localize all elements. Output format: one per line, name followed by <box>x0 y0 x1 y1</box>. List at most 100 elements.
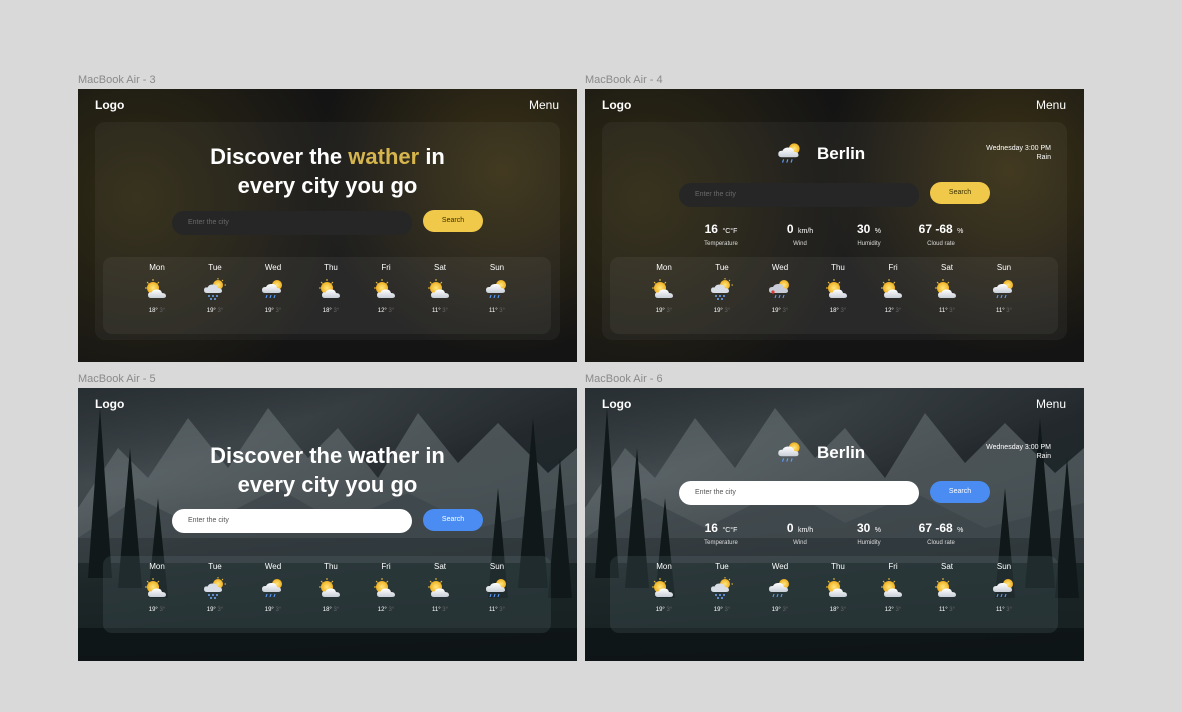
sun-rain-icon <box>989 577 1019 601</box>
condition-text: Rain <box>1036 154 1051 161</box>
forecast-day: Tue 19° 3° <box>187 556 243 633</box>
city-name: Berlin <box>817 144 866 163</box>
sun-cloud-icon <box>316 577 346 601</box>
day-name: Mon <box>656 263 672 272</box>
headline-text: in <box>419 144 445 169</box>
temp-high: 12° <box>377 607 387 613</box>
logo[interactable]: Logo <box>95 98 124 112</box>
stat-label: Wind <box>793 540 807 546</box>
main-panel: Berlin Wednesday 3:00 PM Rain Enter the c… <box>602 421 1067 639</box>
forecast-day: Mon 19° 3° <box>129 556 185 633</box>
temp-low: 3° <box>499 607 506 613</box>
date-time-text: Wednesday 3:00 PM <box>986 444 1051 451</box>
menu-button[interactable]: Menu <box>1036 98 1066 112</box>
forecast-day: Sat 11° 3° <box>919 257 975 334</box>
sun-cloud-icon <box>425 577 455 601</box>
forecast-day: Sun 11° 3° <box>469 257 525 334</box>
headline-line2: every city you go <box>237 472 418 497</box>
day-name: Sat <box>940 263 953 272</box>
sun-cloud-icon <box>649 278 679 302</box>
temp-low: 3° <box>666 308 673 314</box>
stat-value: 30 <box>856 222 871 236</box>
temp-low: 3° <box>275 607 282 613</box>
sun-rain-icon <box>774 140 806 168</box>
forecast-strip: Mon 19° 3° Tue 19° 3° Wed 19° 3° Thu 18° 3° … <box>103 556 551 633</box>
city-search-input[interactable]: Enter the city <box>679 481 919 505</box>
temp-low: 3° <box>782 308 789 314</box>
forecast-strip: Mon 19° 3° Tue 19° 3° Wed 19° 3° Thu 18° 3° … <box>610 556 1058 633</box>
stat-label: Temperature <box>704 540 738 546</box>
day-name: Wed <box>264 263 282 272</box>
search-button[interactable]: Search <box>423 210 483 232</box>
temp-low: 3° <box>159 607 166 613</box>
temp-low: 3° <box>1006 308 1013 314</box>
forecast-day: Wed 19° 3° <box>752 257 808 334</box>
forecast-day: Thu 18° 3° <box>810 556 866 633</box>
forecast-day: Mon 18° 3° <box>129 257 185 334</box>
sun-snow-icon <box>200 577 230 601</box>
stat-unit: % <box>874 228 882 235</box>
temp-low: 3° <box>442 308 449 314</box>
temp-low: 3° <box>217 308 224 314</box>
menu-button[interactable]: Menu <box>1036 397 1066 411</box>
day-name: Fri <box>381 562 391 571</box>
day-name: Thu <box>831 263 845 272</box>
sun-cloud-icon <box>371 577 401 601</box>
temp-low: 3° <box>275 308 282 314</box>
day-name: Thu <box>324 263 338 272</box>
city-search-input[interactable]: Enter the city <box>172 211 412 235</box>
day-name: Tue <box>208 562 222 571</box>
temp-low: 3° <box>949 607 956 613</box>
datetime: Wednesday 3:00 PM Rain <box>986 443 1051 461</box>
day-name: Sat <box>940 562 953 571</box>
forecast-day: Sun 11° 3° <box>976 257 1032 334</box>
temp-low: 3° <box>666 607 673 613</box>
search-button[interactable]: Search <box>423 509 483 531</box>
temp-high: 11° <box>431 607 441 613</box>
sun-rain-icon <box>258 278 288 302</box>
sun-rain-icon <box>774 439 806 467</box>
stat-value: 67 -68 <box>918 521 953 535</box>
sun-cloud-icon <box>823 577 853 601</box>
main-panel: Berlin Wednesday 3:00 PM Rain Enter the c… <box>602 122 1067 340</box>
main-panel: Discover the wather in every city you go… <box>95 122 560 340</box>
stat-label: Cloud rate <box>927 241 955 247</box>
frame-landing-scenic: Logo Discover the wather in every city y… <box>78 388 577 661</box>
temp-high: 18° <box>322 308 332 314</box>
sun-cloud-icon <box>878 577 908 601</box>
headline-highlight: wather <box>348 144 420 169</box>
stat-unit: km/h <box>797 527 814 534</box>
stat-label: Humidity <box>857 540 881 546</box>
sun-rain-icon <box>482 278 512 302</box>
headline-line1: Discover the wather in <box>210 443 445 468</box>
day-name: Fri <box>888 562 898 571</box>
date-time-text: Wednesday 3:00 PM <box>986 145 1051 152</box>
day-name: Tue <box>715 263 729 272</box>
day-name: Tue <box>208 263 222 272</box>
city-search-input[interactable]: Enter the city <box>172 509 412 533</box>
forecast-day: Fri 12° 3° <box>358 556 414 633</box>
day-name: Sat <box>433 562 446 571</box>
day-name: Mon <box>656 562 672 571</box>
search-button[interactable]: Search <box>930 182 990 204</box>
stat-temperature: 16 °C°F Temperature <box>686 220 756 247</box>
temp-high: 11° <box>995 308 1005 314</box>
search-button[interactable]: Search <box>930 481 990 503</box>
stat-unit: °C°F <box>722 527 738 534</box>
logo[interactable]: Logo <box>602 397 631 411</box>
temp-high: 18° <box>829 607 839 613</box>
condition-text: Rain <box>1036 453 1051 460</box>
temp-low: 3° <box>724 607 731 613</box>
stat-wind: 0 km/h Wind <box>765 220 835 247</box>
temp-high: 19° <box>655 308 665 314</box>
logo[interactable]: Logo <box>95 397 124 411</box>
stat-cloud-rate: 67 -68 % Cloud rate <box>906 220 976 247</box>
temp-low: 3° <box>333 607 340 613</box>
city-search-input[interactable]: Enter the city <box>679 183 919 207</box>
sun-cloud-icon <box>142 577 172 601</box>
temp-high: 12° <box>884 308 894 314</box>
day-name: Wed <box>264 562 282 571</box>
logo[interactable]: Logo <box>602 98 631 112</box>
stat-unit: km/h <box>797 228 814 235</box>
menu-button[interactable]: Menu <box>529 98 559 112</box>
